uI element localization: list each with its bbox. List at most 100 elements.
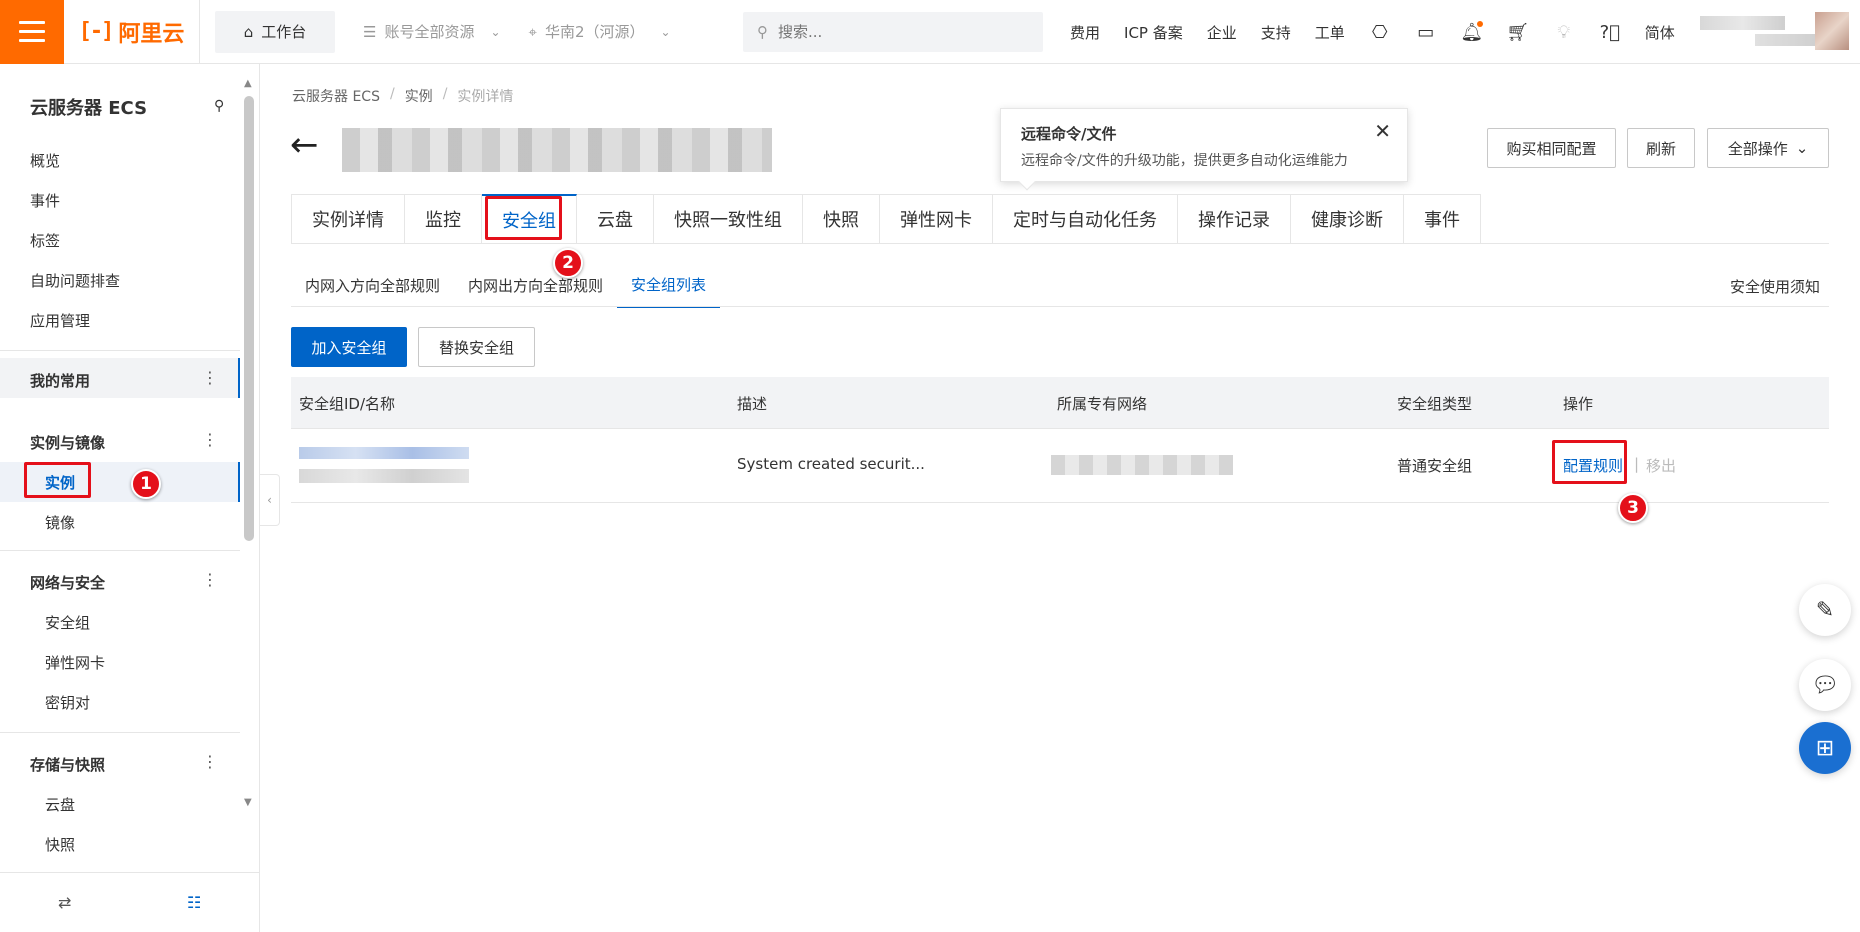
- sidebar-collapse-button[interactable]: ‹: [260, 474, 280, 526]
- more-icon[interactable]: ⋮: [202, 752, 218, 771]
- more-icon[interactable]: ⋮: [202, 368, 218, 387]
- sidebar-item-disks[interactable]: 云盘: [45, 794, 75, 815]
- workbench-label: 工作台: [261, 23, 307, 41]
- sidebar-item-eni[interactable]: 弹性网卡: [45, 652, 105, 673]
- sidebar-item-tags[interactable]: 标签: [30, 230, 60, 251]
- more-icon[interactable]: ⋮: [202, 570, 218, 589]
- breadcrumb-ecs[interactable]: 云服务器 ECS: [292, 86, 380, 106]
- tab-health-diagnosis[interactable]: 健康诊断: [1291, 194, 1404, 244]
- top-link-support[interactable]: 支持: [1261, 22, 1291, 43]
- resource-select[interactable]: ☰ 账号全部资源 ⌄: [363, 21, 501, 42]
- scroll-down-icon[interactable]: ▼: [244, 797, 252, 808]
- scroll-thumb[interactable]: [244, 96, 254, 541]
- region-select-label: 华南2（河源）: [544, 23, 645, 41]
- breadcrumb-instances[interactable]: 实例: [405, 86, 433, 106]
- sidebar-scrollbar[interactable]: ▲ ▼: [243, 78, 255, 808]
- cart-icon[interactable]: 🛒︎: [1506, 21, 1529, 43]
- region-select[interactable]: ⌖ 华南2（河源） ⌄: [529, 21, 671, 42]
- sidebar-footer: ⇄ ☷: [0, 872, 260, 932]
- annotation-badge-2: 2: [553, 248, 583, 278]
- sidebar-item-overview[interactable]: 概览: [30, 150, 60, 171]
- avatar: [1815, 12, 1849, 50]
- all-operations-label: 全部操作: [1727, 139, 1788, 158]
- security-group-id-blurred[interactable]: [299, 447, 469, 459]
- message-icon[interactable]: ☷: [187, 893, 201, 912]
- top-link-ticket[interactable]: 工单: [1315, 22, 1345, 43]
- sidebar-item-images[interactable]: 镜像: [45, 512, 75, 533]
- sidebar-group-network-security[interactable]: 网络与安全: [30, 572, 105, 593]
- subtab-outbound-rules[interactable]: 内网出方向全部规则: [454, 262, 617, 308]
- vpc-blurred: [1051, 455, 1233, 475]
- top-links: 费用 ICP 备案 企业 支持 工单 ⎔ ▭ 🔔︎ 🛒︎ 💡︎ ?⃝ 简体: [1070, 0, 1675, 64]
- chat-icon[interactable]: 💬︎: [1799, 659, 1851, 711]
- tab-snapshot-consistency-groups[interactable]: 快照一致性组: [654, 194, 803, 244]
- notification-dot: [1476, 21, 1483, 27]
- back-arrow-icon[interactable]: ←: [290, 128, 319, 162]
- terminal-icon[interactable]: ▭: [1415, 21, 1437, 43]
- col-header-id-name: 安全组ID/名称: [299, 395, 396, 413]
- all-operations-button[interactable]: 全部操作 ⌄: [1707, 128, 1829, 168]
- annotation-badge-1: 1: [131, 469, 161, 499]
- search-input[interactable]: [778, 23, 1018, 41]
- sidebar-item-security-groups[interactable]: 安全组: [45, 612, 90, 633]
- close-icon[interactable]: ✕: [1374, 119, 1391, 143]
- annotation-box-security-tab: [485, 196, 562, 240]
- more-icon[interactable]: ⋮: [202, 430, 218, 449]
- sidebar-item-troubleshoot[interactable]: 自助问题排查: [30, 270, 120, 291]
- switch-icon[interactable]: ⇄: [58, 893, 71, 912]
- subtab-inbound-rules[interactable]: 内网入方向全部规则: [291, 262, 454, 308]
- tab-snapshots[interactable]: 快照: [803, 194, 880, 244]
- edit-icon[interactable]: ✎: [1799, 584, 1851, 636]
- brand-name: 阿里云: [118, 21, 185, 47]
- tooltip-title: 远程命令/文件: [1021, 125, 1117, 143]
- join-security-group-button[interactable]: 加入安全组: [291, 327, 407, 367]
- tab-scheduled-tasks[interactable]: 定时与自动化任务: [993, 194, 1178, 244]
- sidebar-item-keypairs[interactable]: 密钥对: [45, 692, 90, 713]
- buy-same-config-button[interactable]: 购买相同配置: [1487, 128, 1616, 168]
- language-switch[interactable]: 简体: [1645, 22, 1675, 43]
- sidebar-search-icon[interactable]: ⚲: [214, 98, 224, 114]
- chevron-down-icon: ⌄: [1795, 139, 1809, 157]
- api-icon[interactable]: ⎔: [1369, 21, 1391, 43]
- workbench-button[interactable]: ⌂ 工作台: [215, 10, 335, 53]
- tab-monitoring[interactable]: 监控: [405, 194, 482, 244]
- help-icon[interactable]: ?⃝: [1599, 21, 1621, 43]
- subtab-security-group-list[interactable]: 安全组列表: [617, 262, 721, 308]
- breadcrumb-separator: /: [389, 86, 395, 102]
- tab-instance-details[interactable]: 实例详情: [292, 194, 405, 244]
- lightbulb-icon[interactable]: 💡︎: [1553, 21, 1575, 43]
- apps-icon[interactable]: ⊞: [1799, 722, 1851, 774]
- scroll-up-icon[interactable]: ▲: [244, 78, 252, 89]
- resource-select-label: 账号全部资源: [384, 23, 475, 41]
- sidebar-item-snapshots[interactable]: 快照: [45, 834, 75, 855]
- col-header-description: 描述: [737, 395, 768, 413]
- home-icon: ⌂: [243, 22, 254, 41]
- tab-eni[interactable]: 弹性网卡: [880, 194, 993, 244]
- top-link-enterprise[interactable]: 企业: [1207, 22, 1237, 43]
- sidebar-item-events[interactable]: 事件: [30, 190, 60, 211]
- remove-link[interactable]: 移出: [1646, 455, 1676, 476]
- menu-icon[interactable]: [0, 0, 64, 64]
- sidebar-group-storage-snapshots[interactable]: 存储与快照: [30, 754, 105, 775]
- sidebar-favorites[interactable]: 我的常用: [30, 370, 90, 391]
- action-separator: |: [1634, 455, 1640, 473]
- annotation-badge-3: 3: [1618, 493, 1648, 523]
- top-link-icp[interactable]: ICP 备案: [1124, 22, 1183, 43]
- tab-events[interactable]: 事件: [1404, 194, 1481, 244]
- tab-operation-logs[interactable]: 操作记录: [1178, 194, 1291, 244]
- divider: [291, 306, 1829, 307]
- table-header: 安全组ID/名称 描述 所属专有网络 安全组类型 操作: [291, 377, 1829, 429]
- search-box[interactable]: ⚲: [743, 12, 1043, 52]
- security-group-name-blurred: [299, 469, 469, 483]
- brand-logo[interactable]: [-] 阿里云: [64, 0, 199, 64]
- bell-icon[interactable]: 🔔︎: [1460, 21, 1483, 43]
- tab-disks[interactable]: 云盘: [577, 194, 654, 244]
- security-notice-link[interactable]: 安全使用须知: [1730, 276, 1820, 297]
- top-link-billing[interactable]: 费用: [1070, 22, 1100, 43]
- user-account[interactable]: [1700, 10, 1850, 54]
- tooltip-body: 远程命令/文件的升级功能，提供更多自动化运维能力: [1021, 153, 1348, 169]
- sidebar-group-instances-images[interactable]: 实例与镜像: [30, 432, 105, 453]
- sidebar-item-app-management[interactable]: 应用管理: [30, 310, 90, 331]
- refresh-button[interactable]: 刷新: [1627, 128, 1695, 168]
- replace-security-group-button[interactable]: 替换安全组: [418, 327, 535, 367]
